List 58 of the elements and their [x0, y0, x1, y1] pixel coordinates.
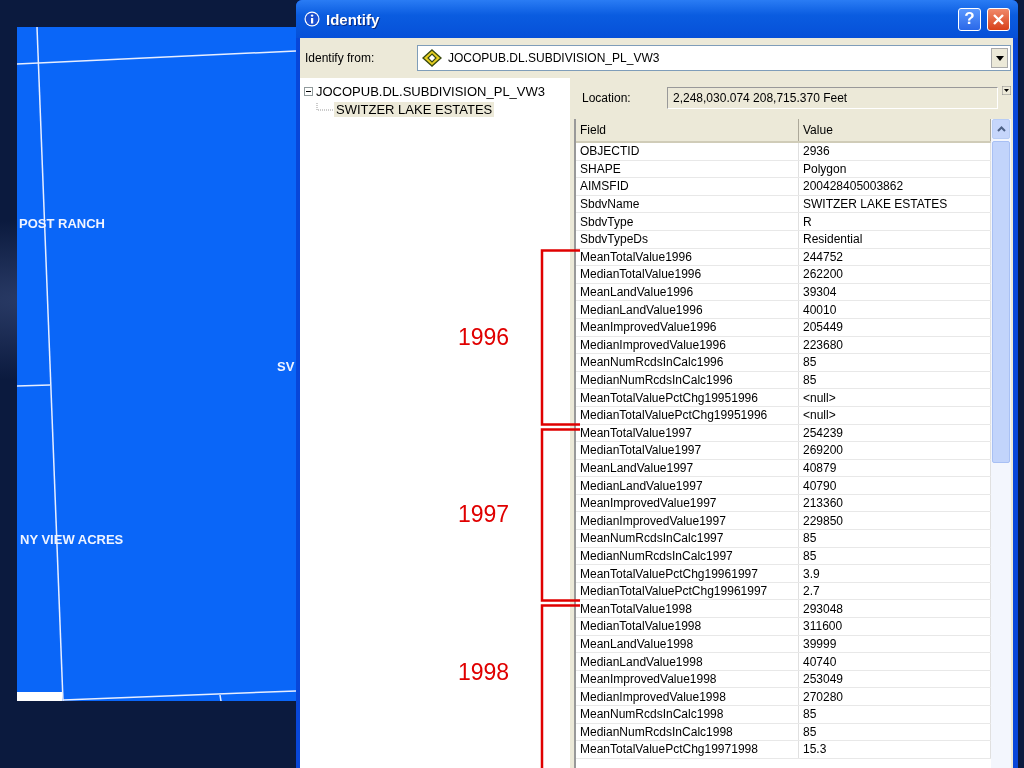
close-icon — [992, 12, 1005, 26]
collapse-icon[interactable] — [304, 86, 313, 96]
table-cell: MedianImprovedValue1996 — [576, 336, 799, 354]
table-cell: MeanNumRcdsInCalc1997 — [576, 530, 799, 547]
dropdown-arrow-icon — [995, 55, 1004, 61]
table-cell: AIMSFID — [576, 178, 799, 195]
annotation-label: 1997 — [458, 501, 510, 529]
scroll-up-button[interactable] — [992, 119, 1010, 139]
table-cell: MeanTotalValue1997 — [576, 424, 799, 442]
layer-icon — [422, 49, 442, 67]
location-field: 2,248,030.074 208,715.370 Feet — [667, 87, 998, 109]
info-icon — [304, 11, 320, 27]
annotation-label: 1998 — [458, 658, 510, 686]
table-cell: MedianTotalValuePctChg19951996 — [576, 406, 799, 424]
field-label: Identify from: — [305, 51, 376, 65]
close-button[interactable] — [987, 7, 1010, 31]
table-cell: MedianTotalValue1996 — [576, 266, 799, 283]
table-cell: MedianLandValue1997 — [576, 477, 799, 494]
table-cell: MeanImprovedValue1998 — [576, 670, 799, 688]
table-cell: MedianNumRcdsInCalc1996 — [576, 371, 799, 389]
tree-item[interactable]: SWITZER LAKE ESTATES — [334, 101, 495, 117]
table-cell: MedianNumRcdsInCalc1997 — [576, 547, 799, 565]
table-cell: SbdvTypeDs — [576, 230, 799, 248]
tree-item[interactable]: JOCOPUB.DL.SUBDIVISION_PL_VW3 — [316, 83, 545, 99]
annotation-label: 1996 — [458, 323, 510, 351]
table-cell: MeanTotalValuePctChg19971998 — [576, 741, 799, 758]
table-cell: OBJECTID — [576, 143, 799, 160]
scrollbar-thumb[interactable] — [992, 141, 1010, 463]
table-cell: MeanImprovedValue1997 — [576, 494, 799, 512]
table-cell: MeanNumRcdsInCalc1998 — [576, 706, 799, 723]
table-cell: MeanLandValue1996 — [576, 283, 799, 301]
table-cell: MedianTotalValue1997 — [576, 442, 799, 459]
field-label: Location: — [581, 91, 632, 105]
table-cell: MedianNumRcdsInCalc1998 — [576, 723, 799, 741]
table-cell: MedianTotalValue1998 — [576, 618, 799, 635]
table-cell: MeanImprovedValue1996 — [576, 318, 799, 336]
chevron-up-icon — [996, 126, 1006, 132]
table-cell: SHAPE — [576, 160, 799, 178]
map-label: SV — [277, 359, 295, 374]
table-cell: SbdvType — [576, 213, 799, 230]
table-cell: MedianImprovedValue1997 — [576, 512, 799, 530]
table-cell: SbdvName — [576, 195, 799, 213]
table-cell: MeanLandValue1998 — [576, 635, 799, 653]
column-header[interactable]: Field — [576, 119, 799, 141]
table-cell: MeanNumRcdsInCalc1996 — [576, 354, 799, 371]
table-cell: MedianLandValue1998 — [576, 653, 799, 670]
table-cell: MeanTotalValue1996 — [576, 248, 799, 266]
table-cell: MedianLandValue1996 — [576, 301, 799, 318]
table-cell: MedianImprovedValue1998 — [576, 688, 799, 705]
scroll-arrow-icon[interactable] — [1002, 86, 1011, 95]
table-cell: MeanLandValue1997 — [576, 459, 799, 477]
window-title: Identify — [326, 10, 381, 28]
layer-dropdown[interactable]: JOCOPUB.DL.SUBDIVISION_PL_VW3 — [417, 45, 1011, 71]
table-cell: MeanTotalValue1998 — [576, 600, 799, 618]
table-cell: MedianTotalValuePctChg19961997 — [576, 582, 799, 600]
dropdown-value: JOCOPUB.DL.SUBDIVISION_PL_VW3 — [448, 51, 661, 65]
table-cell: MeanTotalValuePctChg19951996 — [576, 389, 799, 406]
table-cell: MeanTotalValuePctChg19961997 — [576, 565, 799, 582]
